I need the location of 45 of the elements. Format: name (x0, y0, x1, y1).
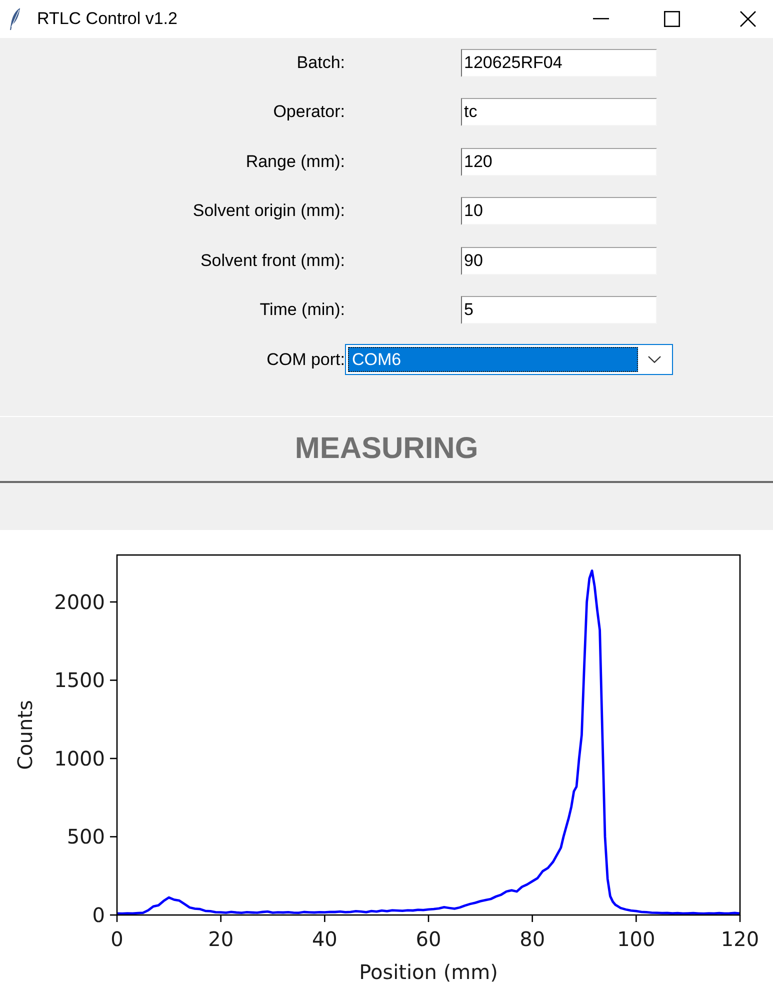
y-axis-label: Counts (13, 700, 37, 770)
tick-mark (739, 915, 741, 922)
tick-mark (110, 758, 117, 760)
dropdown-field[interactable]: COM6 (345, 344, 673, 376)
text-field[interactable]: 5 (461, 296, 657, 324)
tick-label: 0 (110, 927, 124, 951)
tick-mark (220, 915, 222, 922)
tick-label: 0 (92, 903, 105, 927)
field-label: Range (mm): (246, 152, 345, 172)
field-label: Batch: (296, 52, 345, 73)
tick-label: 2000 (54, 590, 105, 614)
feather-icon (9, 7, 21, 31)
field-label: Operator: (273, 102, 345, 122)
tick-label: 1500 (54, 668, 105, 692)
tick-mark (110, 836, 117, 838)
field-label: Time (min): (260, 300, 345, 320)
tick-label: 120 (720, 927, 760, 951)
tick-mark (532, 915, 533, 922)
tick-mark (324, 915, 326, 922)
tick-label: 100 (617, 927, 656, 951)
tick-mark (110, 601, 117, 603)
maximize-icon (664, 11, 680, 27)
tick-mark (428, 915, 430, 922)
minimize-icon (593, 18, 609, 20)
tick-label: 1000 (54, 746, 105, 770)
status-label: MEASURING (294, 432, 478, 466)
tick-label: 500 (66, 824, 105, 849)
text-field[interactable]: 90 (461, 246, 657, 275)
text-field[interactable]: tc (461, 98, 657, 126)
field-label: COM port: (266, 350, 345, 370)
tick-label: 80 (520, 927, 546, 951)
field-label: Solvent origin (mm): (192, 201, 345, 222)
tick-label: 60 (416, 927, 442, 951)
text-field[interactable]: 120625RF04 (461, 48, 657, 77)
tick-label: 20 (208, 927, 234, 951)
text-field[interactable]: 120 (461, 148, 657, 176)
chevron-down-icon (648, 356, 661, 364)
field-label: Solvent front (mm): (200, 250, 345, 271)
close-icon (740, 11, 756, 27)
tick-mark (636, 915, 637, 922)
window-title: RTLC Control v1.2 (37, 9, 178, 29)
x-axis-label: Position (mm) (359, 960, 498, 984)
text-field[interactable]: 10 (461, 197, 657, 226)
tick-mark (110, 680, 117, 681)
tick-label: 40 (312, 927, 338, 951)
